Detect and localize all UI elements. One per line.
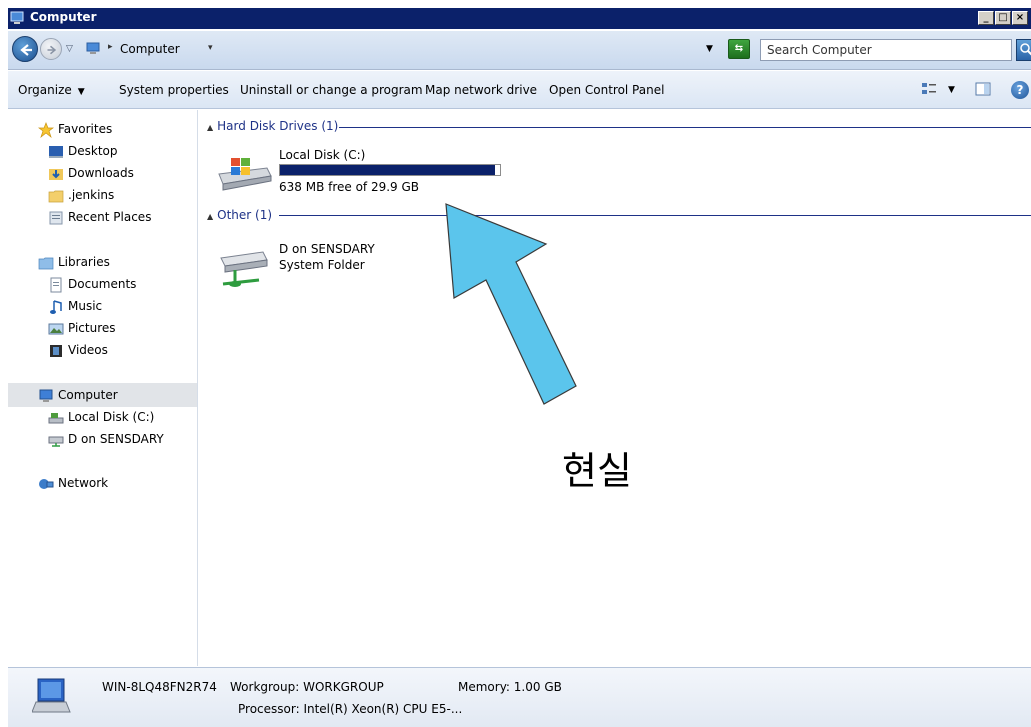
workgroup-text: Workgroup: WORKGROUP [230,680,384,694]
search-placeholder: Search Computer [767,43,872,57]
breadcrumb-chevron-icon[interactable]: ▾ [208,43,213,53]
computer-icon [10,11,24,24]
group-header-hdd[interactable]: ▲ Hard Disk Drives (1) [207,119,338,133]
group-header-hdd-label: Hard Disk Drives (1) [217,119,339,133]
nav-favorites-label: Favorites [58,122,113,136]
address-bar: ▽ ▸ Computer ▾ ▼ ⇆ Search Computer [8,31,1031,70]
network-drive-icon [48,436,64,447]
item-type: System Folder [279,258,365,272]
recent-pages-dropdown-icon[interactable]: ▽ [66,44,73,54]
nav-network-label: Network [58,476,109,490]
drive-usage-fill [280,165,496,175]
annotation-label: 현실 [562,449,632,493]
address-dropdown-icon[interactable]: ▼ [706,44,713,54]
nav-item-label: Videos [68,343,108,357]
back-button[interactable] [12,36,38,62]
folder-icon [48,190,64,203]
collapse-icon: ▲ [207,123,214,132]
back-arrow-icon [20,44,32,56]
computer-name: WIN-8LQ48FN2R74 [102,680,217,694]
collapse-icon: ▲ [207,212,214,221]
drive-free-space: 638 MB free of 29.9 GB [279,180,420,194]
navigation-pane: Favorites Desktop Downloads .jenkins Rec… [8,110,198,666]
organize-label: Organize [18,83,72,97]
nav-item-label: .jenkins [68,188,115,202]
nav-item-label: Desktop [68,144,118,158]
details-pane: WIN-8LQ48FN2R74 Workgroup: WORKGROUP Mem… [8,667,1031,727]
search-input[interactable]: Search Computer [760,39,1012,61]
videos-icon [50,345,62,357]
system-properties-button[interactable]: System properties [119,83,229,97]
nav-item-label: Music [68,299,103,313]
nav-libraries-label: Libraries [58,255,110,269]
nav-item-label: Downloads [68,166,134,180]
nav-item-label: D on SENSDARY [68,432,164,446]
nav-item-label: Documents [68,277,137,291]
group-header-other[interactable]: ▲ Other (1) [207,208,272,222]
title-bar-inner[interactable]: Computer _ □ × [8,8,1031,29]
music-icon [50,300,62,314]
hard-drive-icon [218,158,272,191]
search-button[interactable] [1016,39,1031,61]
computer-icon [32,678,71,713]
nav-item-label: Pictures [68,321,116,335]
preview-pane-icon[interactable] [975,81,991,97]
drive-icon [48,413,64,424]
processor-text: Processor: Intel(R) Xeon(R) CPU E5-... [238,702,463,716]
window-title: Computer [30,10,97,24]
group-header-other-label: Other (1) [217,208,273,222]
breadcrumb-separator-icon[interactable]: ▸ [108,42,113,52]
maximize-button[interactable]: □ [995,11,1011,25]
title-bar: Computer _ □ × [0,0,1031,30]
network-icon [39,479,54,489]
computer-icon [39,389,53,402]
memory-text: Memory: 1.00 GB [458,680,562,694]
drive-item-local-disk[interactable]: Local Disk (C:) 638 MB free of 29.9 GB [215,146,515,194]
pictures-icon [48,323,64,335]
annotation-arrow [445,203,577,405]
command-toolbar: Organize ▼ System properties Uninstall or… [8,71,1031,109]
organize-button[interactable]: Organize ▼ [18,83,85,97]
content-pane: ▲ Hard Disk Drives (1) Local Disk (C:) 63… [199,110,1031,666]
network-drive-icon [220,251,268,287]
libraries-icon [38,257,54,270]
nav-item-label: Recent Places [68,210,152,224]
computer-icon [86,42,100,54]
address-field[interactable]: ▸ Computer ▾ [78,39,753,61]
documents-icon [50,277,62,293]
desktop-icon [49,146,63,158]
search-icon [1020,43,1031,56]
drive-usage-bar [279,164,501,176]
nav-computer-label: Computer [58,388,118,402]
group-divider [279,215,1031,216]
downloads-icon [49,169,63,180]
uninstall-program-button[interactable]: Uninstall or change a program [240,83,423,97]
minimize-button[interactable]: _ [978,11,994,25]
item-name: D on SENSDARY [279,242,375,256]
breadcrumb-computer[interactable]: Computer [120,42,180,56]
chevron-down-icon: ▼ [77,87,85,97]
group-divider [339,127,1031,128]
forward-button[interactable] [40,38,62,60]
drive-name: Local Disk (C:) [279,148,366,162]
help-button[interactable]: ? [1011,81,1029,99]
change-view-icon[interactable] [921,81,937,97]
open-control-panel-button[interactable]: Open Control Panel [549,83,664,97]
nav-item-label: Local Disk (C:) [68,410,155,424]
refresh-button[interactable]: ⇆ [728,39,750,59]
recent-places-icon [49,211,63,225]
star-icon [38,122,54,138]
forward-arrow-icon [47,45,57,55]
view-options-dropdown-icon[interactable]: ▼ [948,85,955,95]
close-button[interactable]: × [1012,11,1028,25]
map-network-drive-button[interactable]: Map network drive [425,83,537,97]
